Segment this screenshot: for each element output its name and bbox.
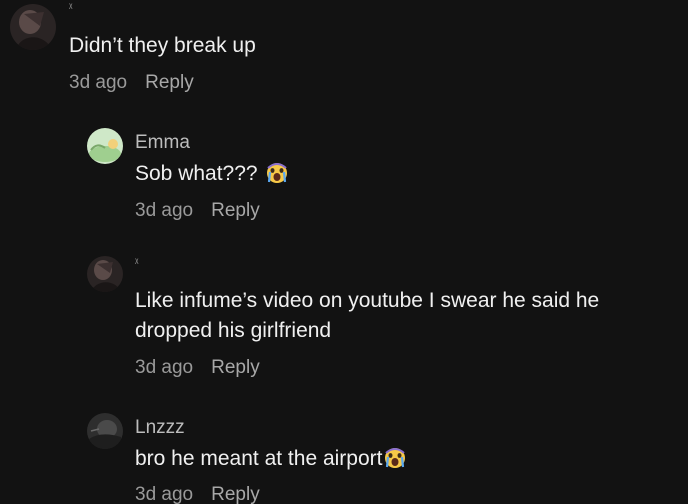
- screaming-crying-face-emoji: [385, 448, 406, 468]
- comment-timestamp: 3d ago: [69, 72, 128, 93]
- avatar[interactable]: [87, 128, 123, 164]
- comment-username[interactable]: ᵡ: [69, 2, 72, 13]
- comment-text: Sob what???: [135, 162, 258, 185]
- avatar[interactable]: [87, 413, 123, 449]
- comment-username[interactable]: Lnzzz: [135, 417, 185, 439]
- comment-meta: 3d ago Reply: [135, 200, 260, 222]
- reply-button[interactable]: Reply: [211, 200, 260, 221]
- comment-username[interactable]: Emma: [135, 132, 190, 154]
- comment-timestamp: 3d ago: [135, 357, 194, 378]
- comment-text-row: bro he meant at the airport: [135, 444, 406, 474]
- comment-meta: 3d ago Reply: [135, 357, 260, 379]
- comment-meta: 3d ago Reply: [69, 72, 194, 94]
- comment-timestamp: 3d ago: [135, 484, 194, 504]
- reply-button[interactable]: Reply: [145, 72, 194, 93]
- comment-text-line-2: dropped his girlfriend: [135, 319, 332, 342]
- screaming-crying-face-emoji: [266, 163, 287, 183]
- comment-text-line-1: Like infume’s video on youtube I swear h…: [135, 289, 600, 312]
- avatar[interactable]: [10, 4, 56, 50]
- comment-text: bro he meant at the airport: [135, 447, 383, 470]
- comment-timestamp: 3d ago: [135, 200, 194, 221]
- comment-text-row: Sob what???: [135, 159, 288, 189]
- reply-button[interactable]: Reply: [211, 484, 260, 504]
- comment-username[interactable]: ᵡ: [135, 257, 138, 268]
- avatar[interactable]: [87, 256, 123, 292]
- comment-meta: 3d ago Reply: [135, 484, 260, 504]
- comments-thread: ᵡ Didn’t they break up 3d ago Reply Emma …: [0, 0, 688, 504]
- comment-text: Didn’t they break up: [69, 34, 256, 57]
- reply-button[interactable]: Reply: [211, 357, 260, 378]
